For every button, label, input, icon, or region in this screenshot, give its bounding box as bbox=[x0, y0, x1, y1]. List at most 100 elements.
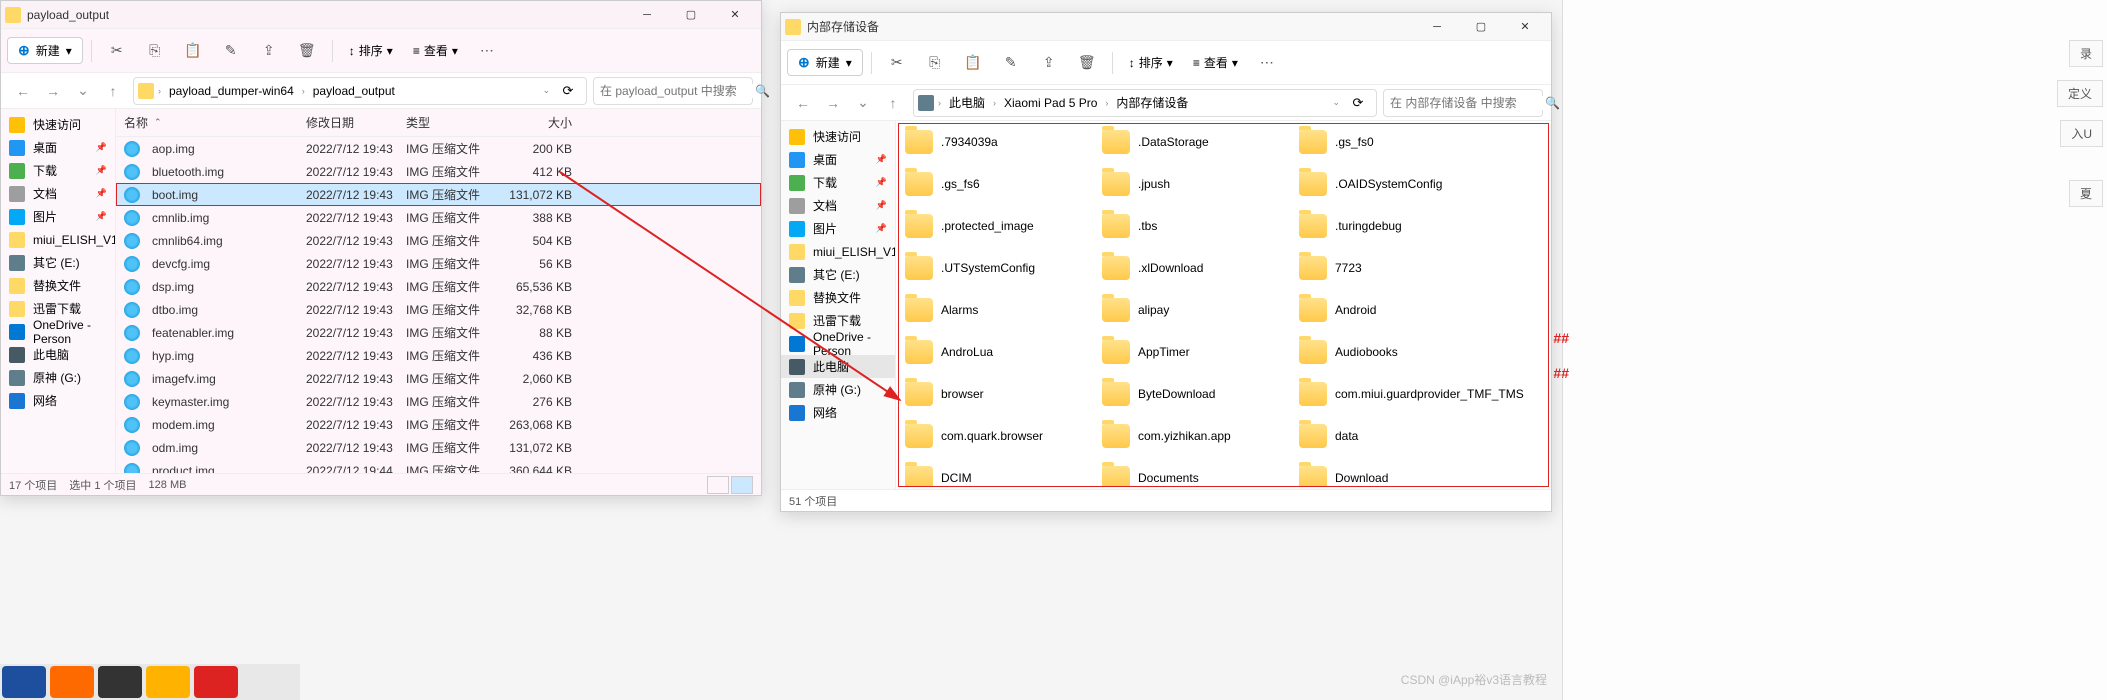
folder-item[interactable]: AndroLua bbox=[905, 340, 1090, 364]
sidebar-item[interactable]: 图片📌 bbox=[781, 217, 895, 240]
file-row[interactable]: cmnlib64.img2022/7/12 19:43IMG 压缩文件504 K… bbox=[116, 229, 761, 252]
sidebar-item[interactable]: 快速访问 bbox=[1, 113, 115, 136]
view-detail-button[interactable] bbox=[731, 476, 753, 494]
folder-item[interactable]: .7934039a bbox=[905, 130, 1090, 154]
file-row[interactable]: dsp.img2022/7/12 19:43IMG 压缩文件65,536 KB bbox=[116, 275, 761, 298]
folder-item[interactable]: 7723 bbox=[1299, 256, 1484, 280]
folder-item[interactable]: DCIM bbox=[905, 466, 1090, 487]
col-type[interactable]: 类型 bbox=[406, 114, 494, 131]
folder-item[interactable]: .tbs bbox=[1102, 214, 1287, 238]
maximize-button[interactable]: ▢ bbox=[1459, 13, 1503, 41]
delete-icon[interactable]: 🗑 bbox=[1070, 46, 1104, 80]
file-row[interactable]: featenabler.img2022/7/12 19:43IMG 压缩文件88… bbox=[116, 321, 761, 344]
folder-item[interactable]: .gs_fs6 bbox=[905, 172, 1090, 196]
sidebar-item[interactable]: OneDrive - Person bbox=[1, 320, 115, 343]
sort-dropdown[interactable]: ↕ 排序 ▾ bbox=[341, 38, 401, 63]
sidebar-item[interactable]: 文档📌 bbox=[781, 194, 895, 217]
sidebar-item[interactable]: miui_ELISH_V13.0 bbox=[781, 240, 895, 263]
search-input[interactable] bbox=[600, 84, 755, 98]
col-date[interactable]: 修改日期 bbox=[306, 114, 406, 131]
sidebar-item[interactable]: 快速访问 bbox=[781, 125, 895, 148]
rename-icon[interactable]: ✎ bbox=[214, 34, 248, 68]
folder-item[interactable]: alipay bbox=[1102, 298, 1287, 322]
forward-button[interactable]: → bbox=[819, 89, 847, 117]
file-row[interactable]: imagefv.img2022/7/12 19:43IMG 压缩文件2,060 … bbox=[116, 367, 761, 390]
sidebar-item[interactable]: 此电脑 bbox=[781, 355, 895, 378]
paste-icon[interactable]: 📋 bbox=[956, 46, 990, 80]
file-row[interactable]: cmnlib.img2022/7/12 19:43IMG 压缩文件388 KB bbox=[116, 206, 761, 229]
task-icon[interactable] bbox=[2, 666, 46, 698]
task-icon[interactable] bbox=[194, 666, 238, 698]
share-icon[interactable]: ⇪ bbox=[1032, 46, 1066, 80]
file-row[interactable]: modem.img2022/7/12 19:43IMG 压缩文件263,068 … bbox=[116, 413, 761, 436]
sidebar-item[interactable]: 其它 (E:) bbox=[781, 263, 895, 286]
sidebar-item[interactable]: 此电脑 bbox=[1, 343, 115, 366]
folder-item[interactable]: Documents bbox=[1102, 466, 1287, 487]
rename-icon[interactable]: ✎ bbox=[994, 46, 1028, 80]
minimize-button[interactable]: ─ bbox=[625, 1, 669, 29]
back-button[interactable]: ← bbox=[789, 89, 817, 117]
paste-icon[interactable]: 📋 bbox=[176, 34, 210, 68]
sidebar-item[interactable]: 文档📌 bbox=[1, 182, 115, 205]
folder-item[interactable]: .protected_image bbox=[905, 214, 1090, 238]
folder-item[interactable]: .gs_fs0 bbox=[1299, 130, 1484, 154]
sidebar-item[interactable]: 网络 bbox=[781, 401, 895, 424]
more-icon[interactable]: ⋯ bbox=[470, 34, 504, 68]
file-row[interactable]: devcfg.img2022/7/12 19:43IMG 压缩文件56 KB bbox=[116, 252, 761, 275]
copy-icon[interactable]: ⎘ bbox=[138, 34, 172, 68]
more-icon[interactable]: ⋯ bbox=[1250, 46, 1284, 80]
sidebar-item[interactable]: 原神 (G:) bbox=[1, 366, 115, 389]
search-input[interactable] bbox=[1390, 96, 1545, 110]
crumb-2[interactable]: payload_output bbox=[309, 82, 399, 100]
new-button[interactable]: ⊕新建▾ bbox=[787, 49, 863, 76]
sidebar-item[interactable]: OneDrive - Person bbox=[781, 332, 895, 355]
recent-button[interactable]: ⌄ bbox=[849, 89, 877, 117]
folder-item[interactable]: browser bbox=[905, 382, 1090, 406]
file-row[interactable]: boot.img2022/7/12 19:43IMG 压缩文件131,072 K… bbox=[116, 183, 761, 206]
sidebar-item[interactable]: 网络 bbox=[1, 389, 115, 412]
sidebar-item[interactable]: 其它 (E:) bbox=[1, 251, 115, 274]
crumb-1[interactable]: payload_dumper-win64 bbox=[165, 82, 298, 100]
copy-icon[interactable]: ⎘ bbox=[918, 46, 952, 80]
folder-item[interactable]: .OAIDSystemConfig bbox=[1299, 172, 1484, 196]
chevron-down-icon[interactable]: ⌄ bbox=[542, 85, 550, 96]
folder-item[interactable]: Download bbox=[1299, 466, 1484, 487]
file-row[interactable]: keymaster.img2022/7/12 19:43IMG 压缩文件276 … bbox=[116, 390, 761, 413]
sidebar-item[interactable]: 图片📌 bbox=[1, 205, 115, 228]
col-name[interactable]: 名称⌃ bbox=[116, 114, 306, 131]
folder-item[interactable]: .jpush bbox=[1102, 172, 1287, 196]
minimize-button[interactable]: ─ bbox=[1415, 13, 1459, 41]
file-row[interactable]: hyp.img2022/7/12 19:43IMG 压缩文件436 KB bbox=[116, 344, 761, 367]
folder-item[interactable]: data bbox=[1299, 424, 1484, 448]
folder-item[interactable]: .turingdebug bbox=[1299, 214, 1484, 238]
close-button[interactable]: ✕ bbox=[1503, 13, 1547, 41]
folder-item[interactable]: .UTSystemConfig bbox=[905, 256, 1090, 280]
col-size[interactable]: 大小 bbox=[494, 114, 582, 131]
share-icon[interactable]: ⇪ bbox=[252, 34, 286, 68]
view-dropdown[interactable]: ≡ 查看 ▾ bbox=[1185, 50, 1246, 75]
crumb-2[interactable]: Xiaomi Pad 5 Pro bbox=[1000, 94, 1101, 112]
cut-icon[interactable]: ✂ bbox=[880, 46, 914, 80]
task-icon[interactable] bbox=[146, 666, 190, 698]
crumb-3[interactable]: 内部存储设备 bbox=[1112, 92, 1192, 113]
file-row[interactable]: aop.img2022/7/12 19:43IMG 压缩文件200 KB bbox=[116, 137, 761, 160]
delete-icon[interactable]: 🗑 bbox=[290, 34, 324, 68]
search-box[interactable]: 🔍 bbox=[1383, 89, 1543, 117]
titlebar[interactable]: 内部存储设备 ─ ▢ ✕ bbox=[781, 13, 1551, 41]
up-button[interactable]: ↑ bbox=[879, 89, 907, 117]
folder-item[interactable]: com.yizhikan.app bbox=[1102, 424, 1287, 448]
sidebar-item[interactable]: 替换文件 bbox=[1, 274, 115, 297]
sidebar-item[interactable]: 原神 (G:) bbox=[781, 378, 895, 401]
task-icon[interactable] bbox=[98, 666, 142, 698]
refresh-button[interactable]: ⟳ bbox=[554, 77, 582, 105]
close-button[interactable]: ✕ bbox=[713, 1, 757, 29]
refresh-button[interactable]: ⟳ bbox=[1344, 89, 1372, 117]
folder-item[interactable]: Alarms bbox=[905, 298, 1090, 322]
sidebar-item[interactable]: 替换文件 bbox=[781, 286, 895, 309]
view-dropdown[interactable]: ≡ 查看 ▾ bbox=[405, 38, 466, 63]
breadcrumb[interactable]: › payload_dumper-win64 › payload_output … bbox=[133, 77, 587, 105]
folder-item[interactable]: Audiobooks bbox=[1299, 340, 1484, 364]
folder-item[interactable]: .xlDownload bbox=[1102, 256, 1287, 280]
search-box[interactable]: 🔍 bbox=[593, 77, 753, 105]
file-row[interactable]: bluetooth.img2022/7/12 19:43IMG 压缩文件412 … bbox=[116, 160, 761, 183]
